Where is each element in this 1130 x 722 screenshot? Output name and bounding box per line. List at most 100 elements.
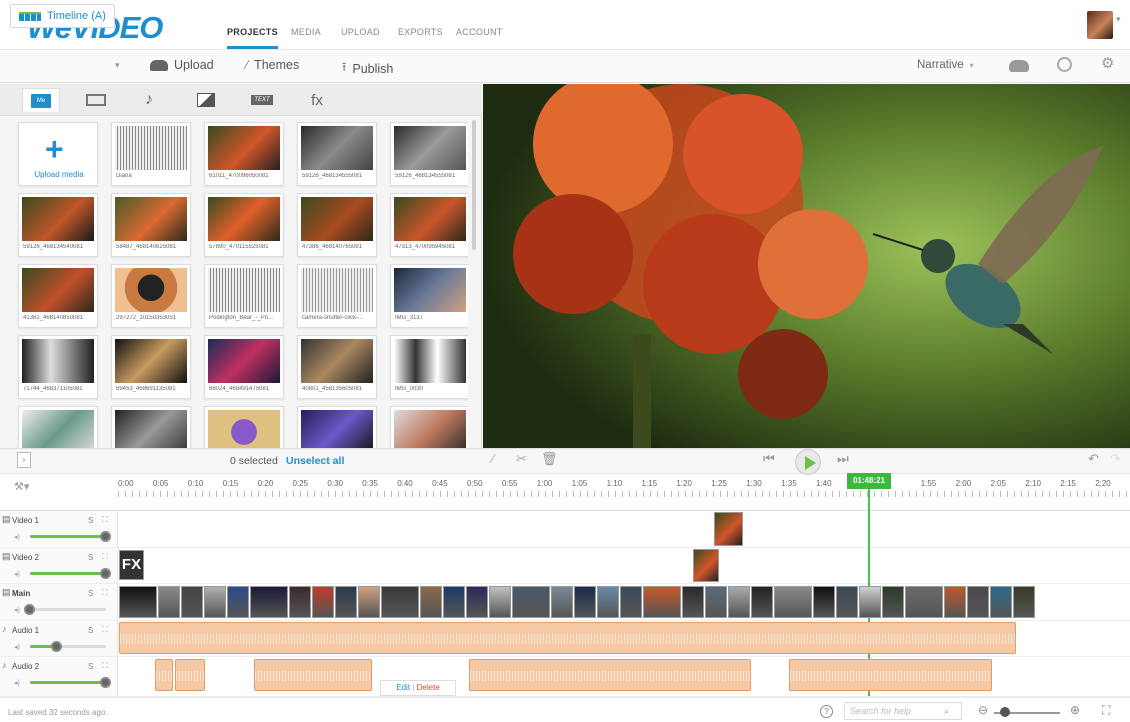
lock-icon[interactable]: ⛶: [102, 661, 108, 671]
tab-my-media[interactable]: Me: [22, 88, 60, 112]
fx-clip[interactable]: FX: [119, 550, 144, 580]
main-clip[interactable]: [836, 586, 858, 618]
volume-icon[interactable]: ◂): [14, 643, 20, 651]
publish-button[interactable]: ⭱ Publish: [342, 58, 393, 79]
main-clip[interactable]: [774, 586, 812, 618]
media-scrollbar[interactable]: [472, 120, 476, 250]
solo-toggle[interactable]: S: [88, 553, 93, 562]
nav-tab-upload[interactable]: UPLOAD: [341, 27, 380, 37]
upload-media-card[interactable]: + Upload media: [18, 122, 98, 186]
media-card[interactable]: 58487_468140625081: [111, 193, 191, 257]
media-card[interactable]: IMG_3137: [390, 264, 468, 328]
audio-clip[interactable]: [175, 659, 205, 691]
timeline-dropdown-icon[interactable]: ▾: [115, 60, 120, 71]
main-clip[interactable]: [443, 586, 465, 618]
trash-icon[interactable]: 🗑: [541, 451, 558, 467]
nav-tab-projects[interactable]: PROJECTS: [227, 27, 278, 49]
video-clip[interactable]: [714, 512, 743, 546]
main-clip[interactable]: [335, 586, 357, 618]
volume-slider[interactable]: [30, 568, 111, 579]
user-avatar[interactable]: [1087, 11, 1113, 39]
video-clip[interactable]: [693, 549, 719, 582]
play-button[interactable]: [795, 449, 821, 475]
nav-tab-exports[interactable]: EXPORTS: [398, 27, 443, 37]
volume-icon[interactable]: ◂): [14, 679, 20, 687]
media-card[interactable]: 41361_468140850081: [18, 264, 98, 328]
audio-clip[interactable]: [119, 622, 1016, 654]
delete-clip-link[interactable]: Delete: [417, 683, 440, 692]
main-clip[interactable]: [859, 586, 881, 618]
main-clip[interactable]: [512, 586, 550, 618]
audio-clip[interactable]: [789, 659, 992, 691]
timeline-selector-button[interactable]: Timeline (A): [10, 4, 115, 28]
volume-knob[interactable]: [100, 677, 111, 688]
lock-icon[interactable]: ⛶: [102, 588, 108, 598]
globe-icon[interactable]: [1057, 57, 1072, 72]
upload-button[interactable]: Upload: [150, 58, 214, 72]
main-clip[interactable]: [990, 586, 1012, 618]
pencil-icon[interactable]: ⁄: [492, 451, 494, 466]
main-clip[interactable]: [967, 586, 989, 618]
panel-toggle-button[interactable]: ›: [17, 452, 31, 468]
scissors-icon[interactable]: ✂: [516, 451, 527, 467]
media-card[interactable]: 69453_468691135081: [111, 335, 191, 399]
media-card[interactable]: camera-shutter-click-...: [297, 264, 377, 328]
main-clip[interactable]: [751, 586, 773, 618]
main-clip[interactable]: [420, 586, 442, 618]
lock-icon[interactable]: ⛶: [102, 625, 108, 635]
media-card[interactable]: 71744_468371105081: [18, 335, 98, 399]
audio-clip[interactable]: [254, 659, 372, 691]
volume-slider[interactable]: [24, 604, 106, 615]
media-card[interactable]: Diana: [111, 122, 191, 186]
skip-forward-icon[interactable]: ⏭: [837, 451, 849, 467]
fit-to-screen-icon[interactable]: ⛶: [1102, 703, 1110, 718]
volume-slider[interactable]: [30, 677, 111, 688]
search-icon[interactable]: ⌕: [944, 706, 949, 717]
gear-icon[interactable]: ⚙: [1101, 54, 1114, 72]
undo-icon[interactable]: ↶: [1088, 451, 1099, 467]
zoom-slider-knob[interactable]: [1000, 707, 1010, 717]
timeline-tools-icon[interactable]: ⚒▾: [14, 480, 29, 493]
volume-icon[interactable]: ◂): [14, 570, 20, 578]
media-card[interactable]: 40801_458135605081: [297, 335, 377, 399]
nav-tab-account[interactable]: ACCOUNT: [456, 27, 503, 37]
main-clip[interactable]: [1013, 586, 1035, 618]
main-clip[interactable]: [905, 586, 943, 618]
volume-icon[interactable]: ◂): [14, 606, 20, 614]
avatar-caret-icon[interactable]: ▾: [1116, 14, 1121, 25]
audio-clip[interactable]: [469, 659, 751, 691]
media-card[interactable]: 47313_470095945081: [390, 193, 468, 257]
media-card[interactable]: 59126_468134555081: [297, 122, 377, 186]
main-clip[interactable]: [728, 586, 750, 618]
main-clip[interactable]: [682, 586, 704, 618]
track-video-2[interactable]: ▤ Video 2 S ⛶ ◂): [0, 548, 1130, 584]
main-clip[interactable]: [551, 586, 573, 618]
media-card[interactable]: Podington_Bear_-_Po...: [204, 264, 284, 328]
media-card[interactable]: 47386_468140765081: [297, 193, 377, 257]
volume-knob[interactable]: [24, 604, 35, 615]
main-clip[interactable]: [289, 586, 311, 618]
video-preview[interactable]: [483, 84, 1130, 448]
main-clip[interactable]: [620, 586, 642, 618]
media-card[interactable]: 61011_470096050081: [204, 122, 284, 186]
nav-tab-media[interactable]: MEDIA: [291, 27, 321, 37]
redo-icon[interactable]: ↷: [1110, 451, 1121, 467]
main-clip[interactable]: [466, 586, 488, 618]
media-card[interactable]: [204, 406, 284, 448]
volume-knob[interactable]: [100, 568, 111, 579]
media-card[interactable]: 66024_468491475081: [204, 335, 284, 399]
volume-slider[interactable]: [30, 531, 111, 542]
volume-knob[interactable]: [50, 641, 62, 652]
volume-icon[interactable]: ◂): [14, 533, 20, 541]
audio-clip[interactable]: [155, 659, 173, 691]
media-card[interactable]: [297, 406, 377, 448]
main-clip[interactable]: [882, 586, 904, 618]
media-card[interactable]: [390, 406, 468, 448]
main-clip[interactable]: [204, 586, 226, 618]
volume-slider[interactable]: [30, 641, 106, 652]
solo-toggle[interactable]: S: [88, 516, 93, 525]
volume-knob[interactable]: [100, 531, 111, 542]
main-clip[interactable]: [944, 586, 966, 618]
lock-icon[interactable]: ⛶: [102, 515, 108, 525]
unselect-all-link[interactable]: Unselect all: [286, 455, 344, 467]
